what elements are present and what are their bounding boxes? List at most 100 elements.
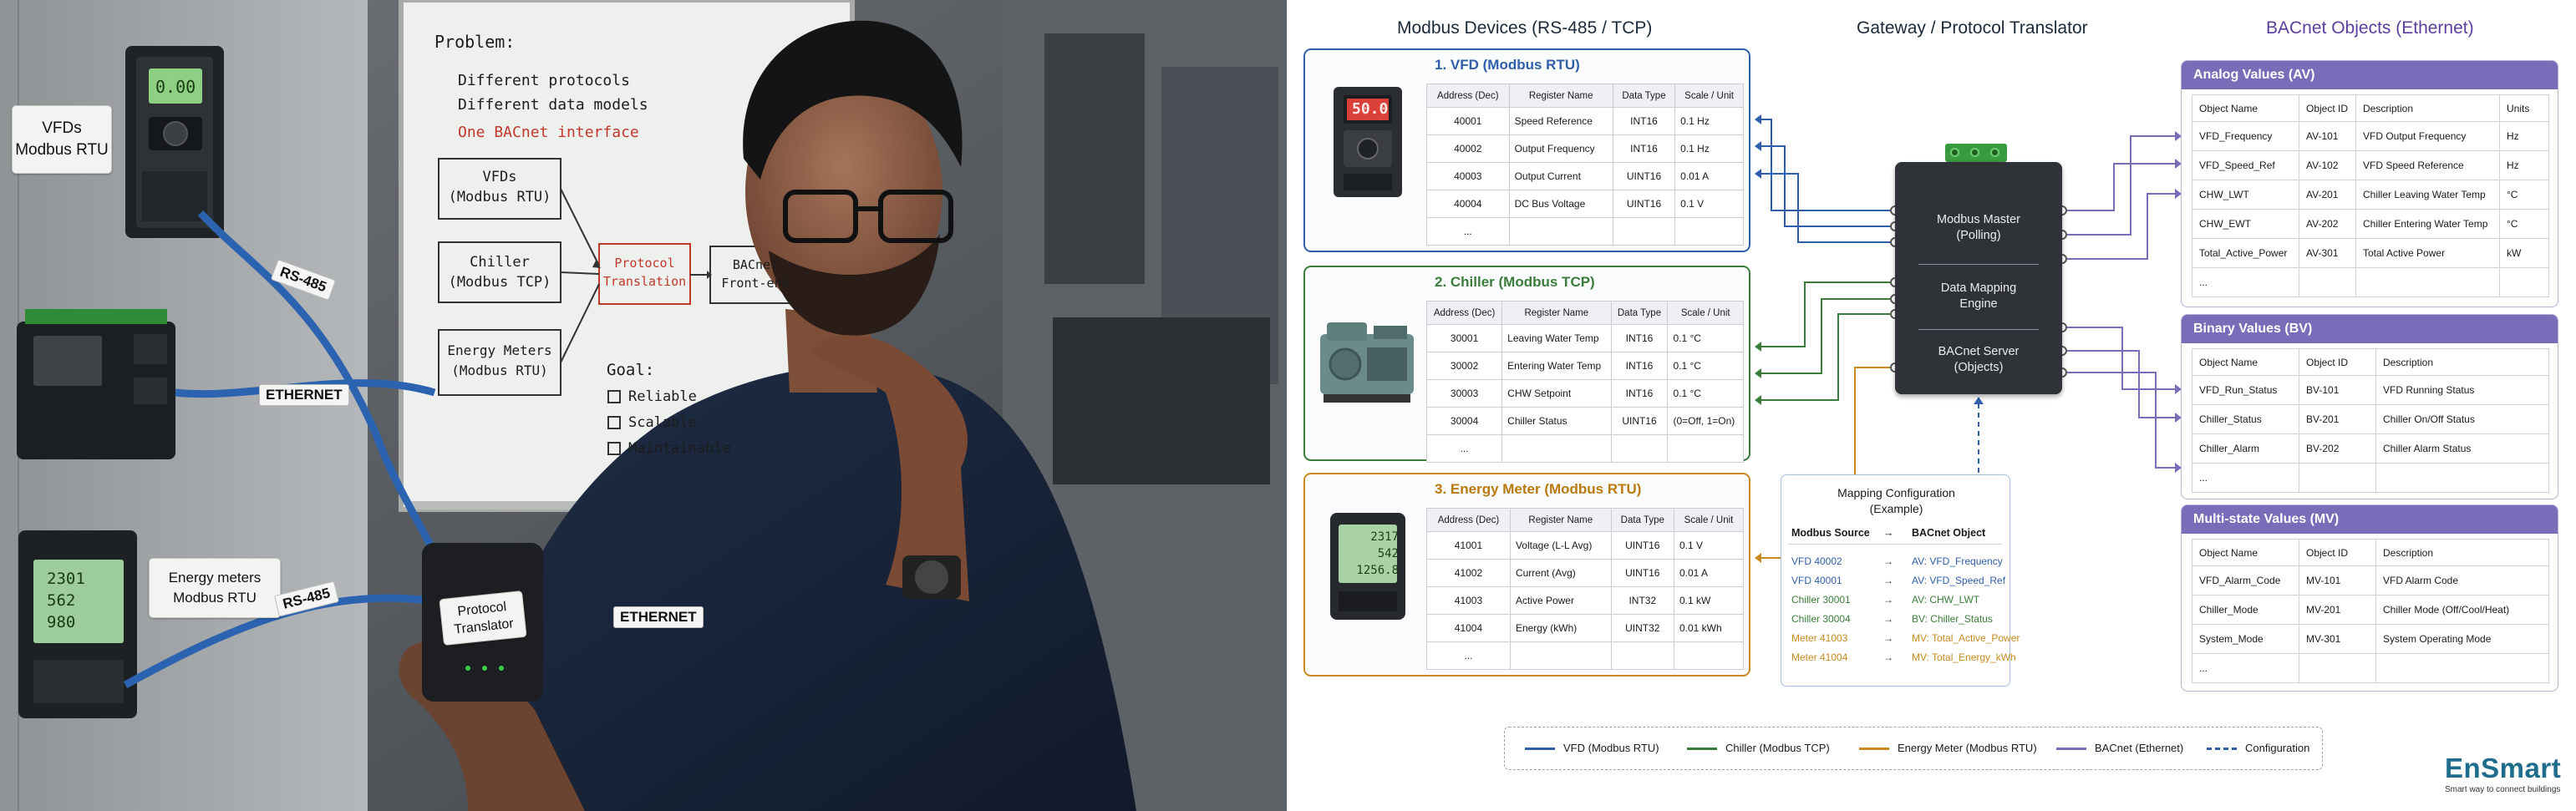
bacnet-group-binary: Binary Values (BV) Object Name Object ID… [2181, 314, 2558, 499]
cell: 0.1 Hz [1674, 134, 1744, 163]
cell [1674, 217, 1744, 246]
wb-problem-heading: Problem: [434, 32, 516, 52]
terminal-screw [1990, 148, 1999, 157]
cell: AV-301 [2299, 238, 2356, 268]
gateway-divider [1918, 264, 2039, 265]
cell: UINT32 [1610, 614, 1674, 642]
cell: Active Power [1509, 586, 1612, 615]
terminal-screw [1970, 148, 1979, 157]
table-row: ... [1425, 434, 1744, 463]
col-header: Address (Dec) [1426, 84, 1510, 108]
chiller-device-image [1320, 322, 1414, 403]
gateway-label-line: BACnet Server [1938, 345, 2020, 358]
cell: 0.01 kWh [1673, 614, 1745, 642]
meter-display-value: 2301 562 980 [47, 568, 85, 633]
cell: System_Mode [2192, 624, 2299, 654]
table-row: System_Mode MV-301 System Operating Mode [2192, 624, 2549, 654]
mapping-title: Mapping Configuration (Example) [1781, 485, 2011, 517]
cell: VFD Alarm Code [2375, 565, 2549, 596]
cell: Chiller_Status [2192, 404, 2299, 434]
cell: (0=Off, 1=On) [1667, 407, 1744, 435]
cell: 0.1 °C [1667, 324, 1744, 352]
bacnet-table-analog: Object Name Object ID Description Units … [2192, 94, 2549, 297]
cell: Energy (kWh) [1509, 614, 1612, 642]
table-row: CHW_EWT AV-202 Chiller Entering Water Temp… [2192, 209, 2549, 239]
table-row: 30001 Leaving Water Temp INT16 0.1 °C [1425, 324, 1744, 352]
cell: Total_Active_Power [2192, 238, 2299, 268]
cell: AV-201 [2299, 180, 2356, 210]
vfd-link [1756, 173, 1895, 243]
table-row: 41002 Current (Avg) UINT16 0.01 A [1426, 559, 1745, 587]
meter-readout-line: 2317 [1370, 530, 1399, 544]
cell: INT32 [1610, 586, 1674, 615]
cell [1509, 641, 1612, 670]
bacnet-table-binary: Object Name Object ID Description VFD_Ru… [2192, 348, 2549, 493]
table-row: 41004 Energy (kWh) UINT32 0.01 kWh [1426, 614, 1745, 642]
label-protocol-translator: Protocol Translator [439, 590, 527, 646]
cell [1508, 217, 1613, 246]
wb-problem-item: Different data models [458, 96, 648, 114]
table-row: CHW_LWT AV-201 Chiller Leaving Water Temp °… [2192, 180, 2549, 210]
cell: VFD_Speed_Ref [2192, 150, 2299, 180]
col-header: Description [2375, 348, 2549, 376]
cell: VFD Output Frequency [2355, 121, 2500, 151]
col-header: Register Name [1509, 508, 1612, 532]
bacnet-group-title: Analog Values (AV) [2182, 61, 2558, 89]
mapping-source: Chiller 30001 [1791, 594, 1851, 606]
cable-tag-ethernet-bottom: ETHERNET [613, 606, 704, 628]
label-vfds: VFDs Modbus RTU [12, 105, 112, 174]
device-title: 1. VFD (Modbus RTU) [1435, 57, 1580, 73]
cell: MV-201 [2299, 595, 2376, 625]
cell [2375, 463, 2549, 493]
device-card-vfd: 1. VFD (Modbus RTU) 50.0 Address (Dec) R… [1303, 48, 1750, 252]
cell: AV-101 [2299, 121, 2356, 151]
table-row: VFD_Run_Status BV-101 VFD Running Status [2192, 375, 2549, 405]
table-row: 41001 Voltage (L-L Avg) UINT16 0.1 V [1426, 531, 1745, 560]
table-row: 30004 Chiller Status UINT16 (0=Off, 1=On) [1425, 407, 1744, 435]
wb-goal-item: Reliable [628, 388, 697, 405]
cell: Total Active Power [2355, 238, 2500, 268]
chiller-link [1756, 313, 1895, 401]
meter-readout: 2317 542 1256.8 [1347, 529, 1399, 579]
bacnet-group-multistate: Multi-state Values (MV) Object Name Obje… [2181, 504, 2558, 692]
mapping-title-line: (Example) [1869, 502, 1923, 515]
table-row: ... [2192, 267, 2549, 297]
cell [1610, 434, 1669, 463]
cell: CHW_LWT [2192, 180, 2299, 210]
legend-swatch [1687, 748, 1717, 751]
cell: INT16 [1610, 352, 1669, 380]
table-row: 40004 DC Bus Voltage UINT16 0.1 V [1426, 190, 1744, 218]
bacnet-link [2062, 327, 2181, 390]
mapping-source: Meter 41003 [1791, 632, 1848, 644]
table-row: Chiller_Alarm BV-202 Chiller Alarm Status [2192, 433, 2549, 464]
cell: Hz [2499, 150, 2549, 180]
logo-wordmark: EnSmart [2445, 753, 2562, 783]
mapping-head-source: Modbus Source [1791, 527, 1870, 539]
wb-node-line: Protocol [614, 256, 675, 271]
cell: 40002 [1426, 134, 1510, 163]
wb-node-line: (Modbus RTU) [451, 362, 548, 378]
bacnet-link [2062, 135, 2181, 236]
col-header: Description [2375, 539, 2549, 566]
wb-goal-item: Scalable [628, 414, 697, 431]
col-header: Object Name [2192, 348, 2299, 376]
mapping-arrow: → [1883, 575, 1893, 586]
table-row: VFD_Frequency AV-101 VFD Output Frequency H… [2192, 121, 2549, 151]
cell: INT16 [1610, 324, 1669, 352]
gateway-label-line: Engine [1959, 297, 1998, 311]
cell: BV-202 [2299, 433, 2376, 464]
col-header: Object Name [2192, 94, 2299, 122]
cell: BV-201 [2299, 404, 2376, 434]
cell: 40003 [1426, 162, 1510, 190]
terminal-screw [1950, 148, 1959, 157]
cell [1612, 217, 1676, 246]
wb-problem-item: Different protocols [458, 72, 630, 89]
cell: 30002 [1425, 352, 1503, 380]
table-row: ... [1426, 217, 1744, 246]
vfd-link [1756, 145, 1895, 227]
col-header: Address (Dec) [1425, 301, 1503, 325]
table-row: Total_Active_Power AV-301 Total Active Pow… [2192, 238, 2549, 268]
cell: VFD Running Status [2375, 375, 2549, 405]
col-header: Object ID [2299, 348, 2376, 376]
legend-item-bacnet: BACnet (Ethernet) [2056, 742, 2183, 754]
